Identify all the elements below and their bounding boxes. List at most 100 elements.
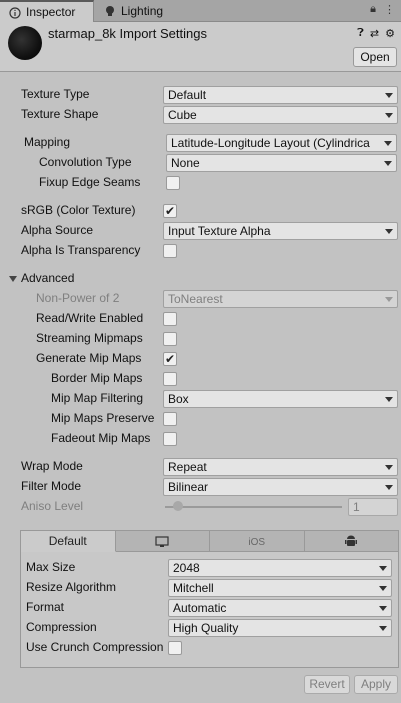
row-resize-algorithm: Resize Algorithm Mitchell xyxy=(0,578,401,598)
mip-map-filtering-dropdown[interactable]: Box xyxy=(163,390,398,408)
alpha-source-dropdown[interactable]: Input Texture Alpha xyxy=(163,222,398,240)
row-max-size: Max Size 2048 xyxy=(0,558,401,578)
compression-dropdown[interactable]: High Quality xyxy=(168,619,392,637)
chevron-down-icon xyxy=(385,93,393,98)
resize-algorithm-value: Mitchell xyxy=(173,581,214,595)
max-size-dropdown[interactable]: 2048 xyxy=(168,559,392,577)
row-mip-maps-preserve: Mip Maps Preserve xyxy=(0,409,401,429)
foldout-arrow-icon xyxy=(9,276,17,282)
chevron-down-icon xyxy=(384,141,392,146)
mip-map-filtering-label: Mip Map Filtering xyxy=(51,391,144,405)
info-icon xyxy=(9,7,21,19)
row-srgb: sRGB (Color Texture) ✔ xyxy=(0,201,401,221)
platform-tab-standalone[interactable] xyxy=(116,531,210,552)
editor-tab-bar: Inspector Lighting 🔒︎ ⋮ xyxy=(0,0,401,22)
mip-maps-preserve-checkbox[interactable] xyxy=(163,412,177,426)
chevron-down-icon xyxy=(385,465,393,470)
revert-button[interactable]: Revert xyxy=(304,675,350,694)
texture-type-dropdown[interactable]: Default xyxy=(163,86,398,104)
convolution-type-dropdown[interactable]: None xyxy=(166,154,397,172)
streaming-mipmaps-checkbox[interactable] xyxy=(163,332,177,346)
generate-mip-maps-checkbox[interactable]: ✔ xyxy=(163,352,177,366)
apply-button[interactable]: Apply xyxy=(354,675,398,694)
aniso-level-slider-knob xyxy=(173,501,183,511)
platform-tab-ios[interactable]: iOS xyxy=(210,531,305,552)
fadeout-mip-maps-label: Fadeout Mip Maps xyxy=(51,431,151,445)
alpha-source-value: Input Texture Alpha xyxy=(168,224,271,238)
chevron-down-icon xyxy=(379,626,387,631)
chevron-down-icon xyxy=(384,161,392,166)
fixup-edge-seams-label: Fixup Edge Seams xyxy=(39,175,141,189)
chevron-down-icon xyxy=(379,566,387,571)
format-value: Automatic xyxy=(173,601,227,615)
resize-algorithm-dropdown[interactable]: Mitchell xyxy=(168,579,392,597)
compression-label: Compression xyxy=(26,620,97,634)
row-use-crunch: Use Crunch Compression xyxy=(0,638,401,658)
chevron-down-icon xyxy=(379,606,387,611)
advanced-foldout[interactable]: Advanced xyxy=(0,269,401,289)
preset-icon[interactable]: ⇄ xyxy=(370,27,379,40)
header-icons: ❓︎ ⇄ ⚙︎ xyxy=(357,27,395,40)
row-filter-mode: Filter Mode Bilinear xyxy=(0,477,401,497)
read-write-checkbox[interactable] xyxy=(163,312,177,326)
row-border-mip-maps: Border Mip Maps xyxy=(0,369,401,389)
settings-gear-icon[interactable]: ⚙︎ xyxy=(385,27,395,40)
chevron-down-icon xyxy=(385,113,393,118)
advanced-label: Advanced xyxy=(21,271,75,285)
mapping-value: Latitude-Longitude Layout (Cylindrica xyxy=(171,136,370,150)
tabbar-controls: 🔒︎ ⋮ xyxy=(370,3,395,16)
row-format: Format Automatic xyxy=(0,598,401,618)
lock-icon[interactable]: 🔒︎ xyxy=(370,3,376,16)
row-texture-shape: Texture Shape Cube xyxy=(0,105,401,125)
inspector-header: starmap_8k Import Settings ❓︎ ⇄ ⚙︎ Open xyxy=(0,22,401,72)
aniso-level-field: 1 xyxy=(348,498,398,516)
chevron-down-icon xyxy=(379,586,387,591)
monitor-icon xyxy=(155,536,169,547)
tab-lighting[interactable]: Lighting xyxy=(95,0,195,22)
non-power-of-2-dropdown: ToNearest xyxy=(163,290,398,308)
format-dropdown[interactable]: Automatic xyxy=(168,599,392,617)
platform-tab-android[interactable] xyxy=(305,531,399,552)
mip-maps-preserve-label: Mip Maps Preserve xyxy=(51,411,155,425)
tab-inspector[interactable]: Inspector xyxy=(0,0,94,22)
row-wrap-mode: Wrap Mode Repeat xyxy=(0,457,401,477)
read-write-label: Read/Write Enabled xyxy=(36,311,144,325)
wrap-mode-dropdown[interactable]: Repeat xyxy=(163,458,398,476)
aniso-level-label: Aniso Level xyxy=(21,499,84,513)
row-generate-mip-maps: Generate Mip Maps ✔ xyxy=(0,349,401,369)
fadeout-mip-maps-checkbox[interactable] xyxy=(163,432,177,446)
resize-algorithm-label: Resize Algorithm xyxy=(26,580,117,594)
row-texture-type: Texture Type Default xyxy=(0,85,401,105)
convolution-type-label: Convolution Type xyxy=(39,155,132,169)
filter-mode-value: Bilinear xyxy=(168,480,209,494)
texture-shape-value: Cube xyxy=(168,108,197,122)
platform-tab-default[interactable]: Default xyxy=(21,531,116,552)
aniso-level-slider-track xyxy=(165,506,342,508)
texture-type-value: Default xyxy=(168,88,207,102)
srgb-checkbox[interactable]: ✔ xyxy=(163,204,177,218)
android-icon xyxy=(345,535,358,546)
max-size-value: 2048 xyxy=(173,561,200,575)
row-mip-map-filtering: Mip Map Filtering Box xyxy=(0,389,401,409)
texture-shape-dropdown[interactable]: Cube xyxy=(163,106,398,124)
open-button[interactable]: Open xyxy=(353,47,397,67)
platform-tab-ios-label: iOS xyxy=(248,537,266,548)
help-icon[interactable]: ❓︎ xyxy=(357,27,364,40)
row-compression: Compression High Quality xyxy=(0,618,401,638)
row-non-power-of-2: Non-Power of 2 ToNearest xyxy=(0,289,401,309)
texture-shape-label: Texture Shape xyxy=(21,107,99,121)
mapping-dropdown[interactable]: Latitude-Longitude Layout (Cylindrica xyxy=(166,134,397,152)
generate-mip-maps-label: Generate Mip Maps xyxy=(36,351,142,365)
use-crunch-checkbox[interactable] xyxy=(168,641,182,655)
mip-map-filtering-value: Box xyxy=(168,392,189,406)
use-crunch-label: Use Crunch Compression xyxy=(26,640,164,654)
border-mip-maps-checkbox[interactable] xyxy=(163,372,177,386)
fixup-edge-seams-checkbox[interactable] xyxy=(166,176,180,190)
alpha-is-transparency-checkbox[interactable] xyxy=(163,244,177,258)
filter-mode-dropdown[interactable]: Bilinear xyxy=(163,478,398,496)
checkmark-icon: ✔ xyxy=(164,204,176,218)
alpha-source-label: Alpha Source xyxy=(21,223,94,237)
max-size-label: Max Size xyxy=(26,560,76,574)
checkmark-icon: ✔ xyxy=(164,352,176,366)
menu-dots-icon[interactable]: ⋮ xyxy=(384,3,395,16)
